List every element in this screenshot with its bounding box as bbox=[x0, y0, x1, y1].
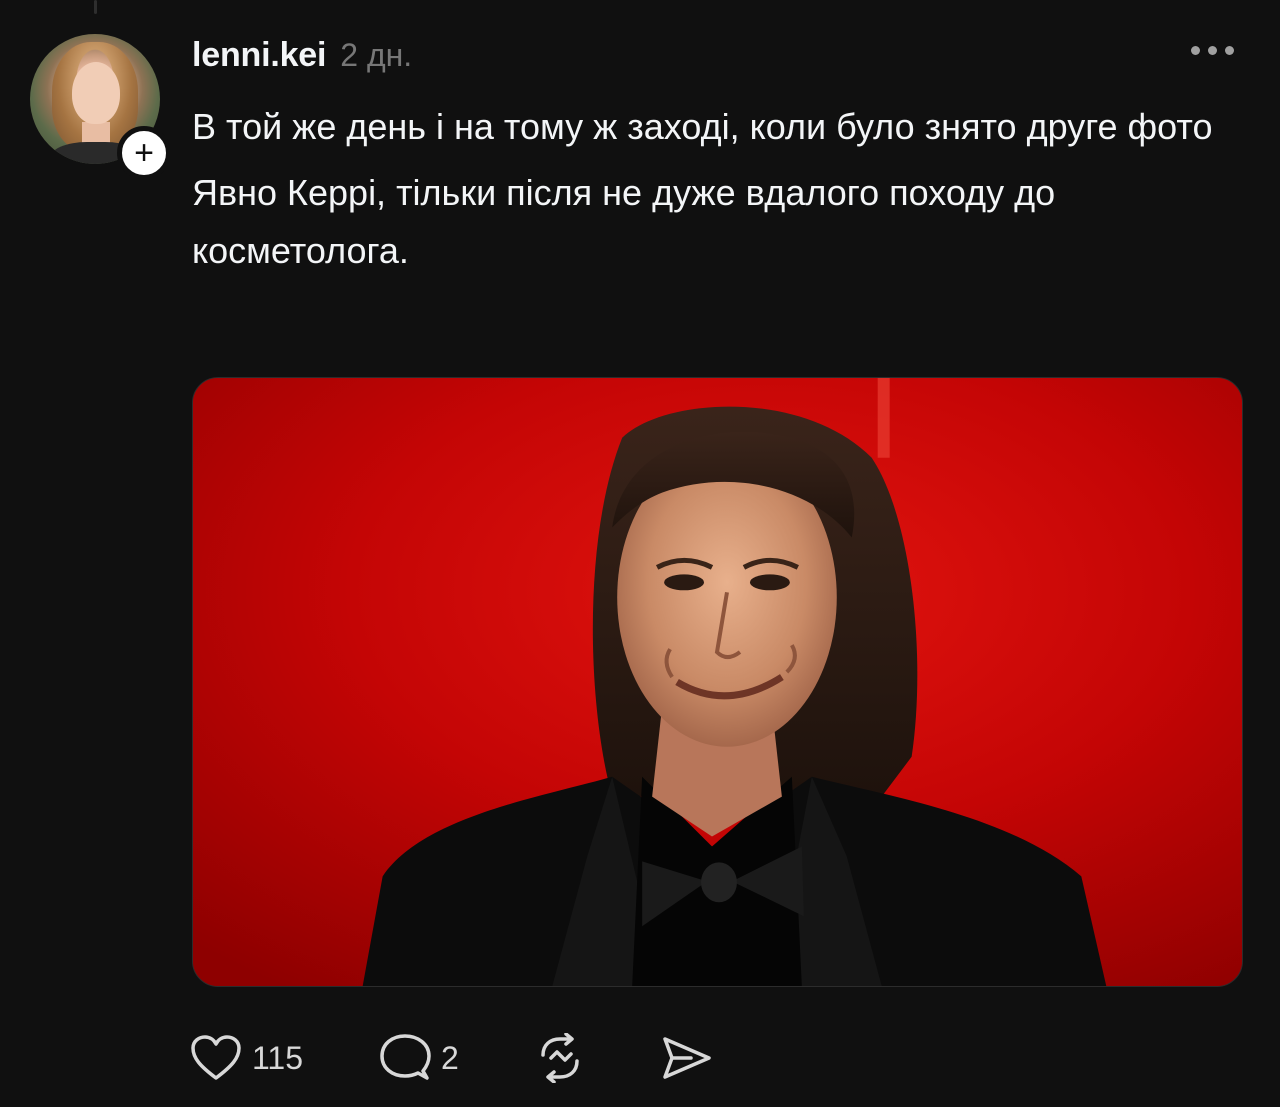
more-dot-icon bbox=[1191, 46, 1200, 55]
post-text-paragraph: В той же день і на тому ж заході, коли б… bbox=[192, 106, 1213, 147]
comment-icon bbox=[380, 1034, 431, 1080]
plus-icon: + bbox=[134, 134, 154, 172]
post-timestamp[interactable]: 2 дн. bbox=[340, 37, 412, 74]
repost-icon bbox=[541, 1033, 579, 1083]
comment-button[interactable]: 2 bbox=[379, 1033, 459, 1083]
follow-button[interactable]: + bbox=[117, 126, 171, 180]
post-image[interactable] bbox=[192, 377, 1243, 987]
comment-count: 2 bbox=[441, 1039, 459, 1076]
avatar-face bbox=[72, 62, 120, 124]
like-button[interactable]: 115 bbox=[190, 1034, 303, 1082]
post-header: lenni.kei 2 дн. bbox=[192, 36, 412, 75]
avatar-container[interactable]: + bbox=[30, 34, 171, 180]
share-icon bbox=[663, 1037, 711, 1079]
post-text-paragraph: Явно Керрі, тільки після не дуже вдалого… bbox=[192, 172, 1056, 271]
share-button[interactable] bbox=[661, 1034, 713, 1082]
thread-post: + lenni.kei 2 дн. В той же день і на том… bbox=[0, 0, 1280, 1107]
post-image-illustration bbox=[193, 378, 1242, 986]
like-count: 115 bbox=[252, 1039, 304, 1076]
more-dot-icon bbox=[1208, 46, 1217, 55]
heart-icon bbox=[191, 1035, 241, 1080]
repost-button[interactable] bbox=[535, 1033, 585, 1083]
post-text: В той же день і на тому ж заході, коли б… bbox=[192, 98, 1252, 280]
more-dot-icon bbox=[1225, 46, 1234, 55]
more-options-button[interactable] bbox=[1191, 46, 1234, 55]
username-link[interactable]: lenni.kei bbox=[192, 36, 326, 75]
post-actions: 115 2 bbox=[190, 1028, 789, 1088]
